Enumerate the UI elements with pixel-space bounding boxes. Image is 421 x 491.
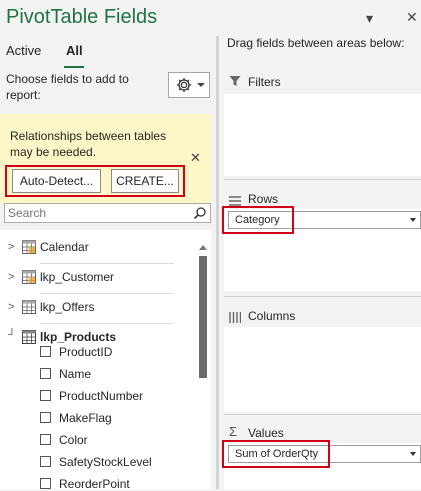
- table-name: lkp_Customer: [40, 270, 115, 284]
- highlight-box: [222, 206, 294, 234]
- field-checkbox[interactable]: [40, 368, 51, 379]
- table-icon: [22, 330, 36, 350]
- table-icon: [22, 270, 36, 290]
- row-divider: [40, 293, 174, 294]
- relationships-notice-text: Relationships between tables may be need…: [10, 129, 167, 159]
- highlight-box: [222, 440, 330, 468]
- task-pane-options-button[interactable]: ▾: [366, 10, 373, 27]
- field-checkbox[interactable]: [40, 412, 51, 423]
- sigma-icon: Σ: [229, 424, 238, 439]
- field-checkbox[interactable]: [40, 434, 51, 445]
- field-label: ProductNumber: [59, 389, 144, 403]
- collapse-icon[interactable]: ┘: [8, 325, 16, 345]
- highlight-box: [5, 165, 185, 197]
- table-icon: [22, 300, 36, 320]
- scrollbar-thumb[interactable]: [199, 256, 207, 378]
- area-divider: [224, 296, 421, 297]
- expand-icon[interactable]: >: [8, 267, 16, 287]
- pane-splitter[interactable]: [216, 36, 219, 489]
- row-divider: [40, 263, 174, 264]
- field-label: MakeFlag: [59, 411, 112, 425]
- active-tab-indicator: [64, 66, 84, 68]
- filters-area[interactable]: [224, 94, 421, 176]
- gear-icon: [175, 76, 193, 99]
- field-checkbox[interactable]: [40, 456, 51, 467]
- scroll-up-icon[interactable]: [199, 245, 207, 250]
- expand-icon[interactable]: >: [8, 297, 16, 317]
- field-label: Name: [59, 367, 92, 381]
- areas-hint: Drag fields between areas below:: [227, 36, 405, 50]
- table-name: Calendar: [40, 240, 89, 254]
- table-icon: [22, 240, 36, 260]
- filters-area-label: Filters: [248, 75, 281, 89]
- chevron-down-icon: [410, 218, 416, 222]
- columns-area-label: Columns: [248, 309, 296, 323]
- field-label: SafetyStockLevel: [59, 455, 152, 469]
- field-checkbox[interactable]: [40, 390, 51, 401]
- field-label: ProductID: [59, 345, 113, 359]
- columns-icon: [229, 310, 242, 328]
- area-divider: [224, 414, 421, 415]
- values-area-label: Values: [248, 426, 284, 440]
- rows-area-label: Rows: [248, 192, 279, 206]
- tools-button[interactable]: [168, 72, 210, 98]
- expand-icon[interactable]: >: [8, 237, 16, 257]
- area-divider: [224, 179, 421, 180]
- tab-active[interactable]: Active: [6, 43, 41, 58]
- table-name: lkp_Products: [40, 330, 117, 344]
- search-icon: [193, 206, 207, 225]
- row-divider: [40, 323, 174, 324]
- filter-icon: [229, 74, 241, 92]
- search-box[interactable]: [4, 203, 211, 223]
- field-checkbox[interactable]: [40, 478, 51, 489]
- table-name: lkp_Offers: [40, 300, 95, 314]
- choose-fields-label: Choose fields to add to report:: [6, 72, 129, 102]
- notice-close-button[interactable]: ✕: [190, 150, 201, 166]
- chevron-down-icon: [197, 83, 205, 87]
- field-label: Color: [59, 433, 88, 447]
- tab-all[interactable]: All: [66, 43, 83, 58]
- search-input[interactable]: [5, 204, 191, 222]
- close-pane-button[interactable]: ✕: [406, 9, 418, 26]
- field-checkbox[interactable]: [40, 346, 51, 357]
- pane-title: PivotTable Fields: [6, 6, 158, 28]
- columns-area[interactable]: [224, 327, 421, 412]
- chevron-down-icon: [410, 452, 416, 456]
